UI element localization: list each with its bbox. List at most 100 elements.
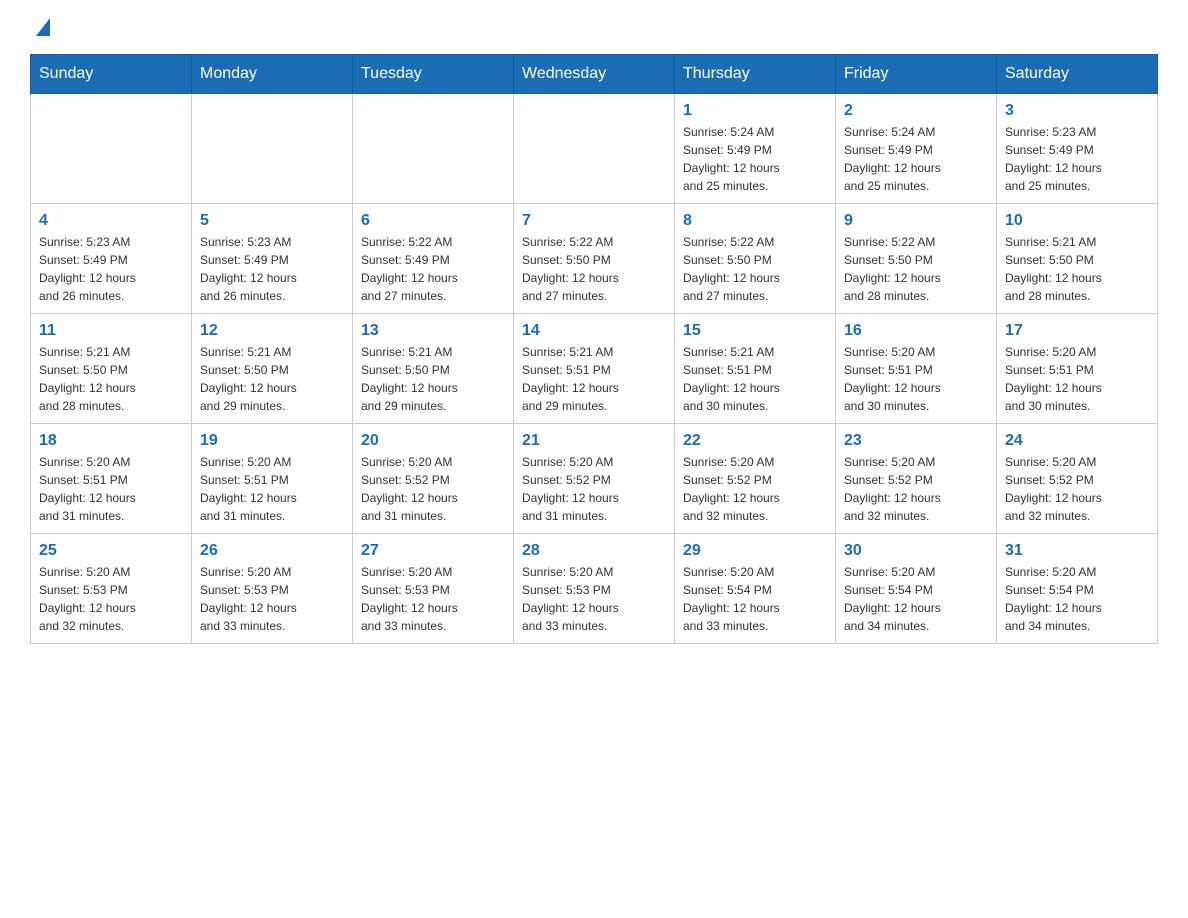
calendar-cell: 31 Sunrise: 5:20 AM Sunset: 5:54 PM Dayli… xyxy=(997,534,1158,644)
day-number: 24 xyxy=(1005,432,1149,450)
day-info: Sunrise: 5:22 AM Sunset: 5:50 PM Dayligh… xyxy=(683,233,827,305)
day-info: Sunrise: 5:23 AM Sunset: 5:49 PM Dayligh… xyxy=(39,233,183,305)
calendar-cell: 15 Sunrise: 5:21 AM Sunset: 5:51 PM Dayli… xyxy=(675,314,836,424)
day-number: 10 xyxy=(1005,212,1149,230)
day-number: 13 xyxy=(361,322,505,340)
day-number: 22 xyxy=(683,432,827,450)
day-info: Sunrise: 5:20 AM Sunset: 5:51 PM Dayligh… xyxy=(1005,343,1149,415)
calendar-cell: 19 Sunrise: 5:20 AM Sunset: 5:51 PM Dayli… xyxy=(192,424,353,534)
page-header xyxy=(30,20,1158,38)
week-row-1: 1 Sunrise: 5:24 AM Sunset: 5:49 PM Daylig… xyxy=(31,94,1158,204)
day-info: Sunrise: 5:20 AM Sunset: 5:52 PM Dayligh… xyxy=(361,453,505,525)
calendar-cell: 3 Sunrise: 5:23 AM Sunset: 5:49 PM Daylig… xyxy=(997,94,1158,204)
calendar-cell: 17 Sunrise: 5:20 AM Sunset: 5:51 PM Dayli… xyxy=(997,314,1158,424)
day-info: Sunrise: 5:22 AM Sunset: 5:50 PM Dayligh… xyxy=(844,233,988,305)
day-info: Sunrise: 5:20 AM Sunset: 5:52 PM Dayligh… xyxy=(522,453,666,525)
calendar-cell: 16 Sunrise: 5:20 AM Sunset: 5:51 PM Dayli… xyxy=(836,314,997,424)
day-number: 4 xyxy=(39,212,183,230)
day-info: Sunrise: 5:23 AM Sunset: 5:49 PM Dayligh… xyxy=(200,233,344,305)
week-row-3: 11 Sunrise: 5:21 AM Sunset: 5:50 PM Dayli… xyxy=(31,314,1158,424)
day-info: Sunrise: 5:20 AM Sunset: 5:54 PM Dayligh… xyxy=(683,563,827,635)
day-info: Sunrise: 5:21 AM Sunset: 5:50 PM Dayligh… xyxy=(1005,233,1149,305)
day-number: 25 xyxy=(39,542,183,560)
day-number: 7 xyxy=(522,212,666,230)
day-number: 3 xyxy=(1005,102,1149,120)
day-number: 9 xyxy=(844,212,988,230)
day-info: Sunrise: 5:20 AM Sunset: 5:52 PM Dayligh… xyxy=(1005,453,1149,525)
day-info: Sunrise: 5:23 AM Sunset: 5:49 PM Dayligh… xyxy=(1005,123,1149,195)
calendar-cell: 5Sunrise: 5:23 AM Sunset: 5:49 PM Daylig… xyxy=(192,204,353,314)
day-info: Sunrise: 5:21 AM Sunset: 5:51 PM Dayligh… xyxy=(683,343,827,415)
calendar-cell: 1 Sunrise: 5:24 AM Sunset: 5:49 PM Daylig… xyxy=(675,94,836,204)
calendar-cell: 14 Sunrise: 5:21 AM Sunset: 5:51 PM Dayli… xyxy=(514,314,675,424)
calendar-cell xyxy=(514,94,675,204)
day-number: 6 xyxy=(361,212,505,230)
day-info: Sunrise: 5:20 AM Sunset: 5:53 PM Dayligh… xyxy=(522,563,666,635)
logo-triangle-icon xyxy=(36,18,50,36)
day-info: Sunrise: 5:20 AM Sunset: 5:52 PM Dayligh… xyxy=(683,453,827,525)
calendar-cell: 8 Sunrise: 5:22 AM Sunset: 5:50 PM Daylig… xyxy=(675,204,836,314)
day-info: Sunrise: 5:20 AM Sunset: 5:51 PM Dayligh… xyxy=(844,343,988,415)
calendar-cell xyxy=(31,94,192,204)
day-info: Sunrise: 5:20 AM Sunset: 5:53 PM Dayligh… xyxy=(361,563,505,635)
day-number: 14 xyxy=(522,322,666,340)
day-info: Sunrise: 5:21 AM Sunset: 5:50 PM Dayligh… xyxy=(39,343,183,415)
weekday-header-thursday: Thursday xyxy=(675,55,836,94)
calendar-cell: 18 Sunrise: 5:20 AM Sunset: 5:51 PM Dayli… xyxy=(31,424,192,534)
calendar-cell: 10 Sunrise: 5:21 AM Sunset: 5:50 PM Dayli… xyxy=(997,204,1158,314)
calendar-cell: 12Sunrise: 5:21 AM Sunset: 5:50 PM Dayli… xyxy=(192,314,353,424)
calendar-cell: 30Sunrise: 5:20 AM Sunset: 5:54 PM Dayli… xyxy=(836,534,997,644)
day-number: 29 xyxy=(683,542,827,560)
calendar-cell: 4 Sunrise: 5:23 AM Sunset: 5:49 PM Daylig… xyxy=(31,204,192,314)
day-info: Sunrise: 5:21 AM Sunset: 5:50 PM Dayligh… xyxy=(361,343,505,415)
calendar-cell: 25 Sunrise: 5:20 AM Sunset: 5:53 PM Dayli… xyxy=(31,534,192,644)
calendar-cell: 9 Sunrise: 5:22 AM Sunset: 5:50 PM Daylig… xyxy=(836,204,997,314)
week-row-2: 4 Sunrise: 5:23 AM Sunset: 5:49 PM Daylig… xyxy=(31,204,1158,314)
day-number: 8 xyxy=(683,212,827,230)
day-info: Sunrise: 5:20 AM Sunset: 5:54 PM Dayligh… xyxy=(1005,563,1149,635)
calendar-cell: 20 Sunrise: 5:20 AM Sunset: 5:52 PM Dayli… xyxy=(353,424,514,534)
calendar-header-row: SundayMondayTuesdayWednesdayThursdayFrid… xyxy=(31,55,1158,94)
weekday-header-tuesday: Tuesday xyxy=(353,55,514,94)
day-number: 18 xyxy=(39,432,183,450)
day-number: 12 xyxy=(200,322,344,340)
day-info: Sunrise: 5:20 AM Sunset: 5:51 PM Dayligh… xyxy=(39,453,183,525)
day-info: Sunrise: 5:20 AM Sunset: 5:51 PM Dayligh… xyxy=(200,453,344,525)
day-info: Sunrise: 5:20 AM Sunset: 5:53 PM Dayligh… xyxy=(39,563,183,635)
day-number: 11 xyxy=(39,322,183,340)
day-number: 31 xyxy=(1005,542,1149,560)
calendar-table: SundayMondayTuesdayWednesdayThursdayFrid… xyxy=(30,54,1158,644)
day-info: Sunrise: 5:21 AM Sunset: 5:51 PM Dayligh… xyxy=(522,343,666,415)
logo xyxy=(30,20,58,38)
weekday-header-sunday: Sunday xyxy=(31,55,192,94)
day-number: 1 xyxy=(683,102,827,120)
day-number: 19 xyxy=(200,432,344,450)
calendar-cell: 21 Sunrise: 5:20 AM Sunset: 5:52 PM Dayli… xyxy=(514,424,675,534)
day-number: 17 xyxy=(1005,322,1149,340)
calendar-cell: 27 Sunrise: 5:20 AM Sunset: 5:53 PM Dayli… xyxy=(353,534,514,644)
day-info: Sunrise: 5:20 AM Sunset: 5:52 PM Dayligh… xyxy=(844,453,988,525)
day-info: Sunrise: 5:20 AM Sunset: 5:53 PM Dayligh… xyxy=(200,563,344,635)
day-number: 16 xyxy=(844,322,988,340)
day-number: 20 xyxy=(361,432,505,450)
calendar-cell: 22 Sunrise: 5:20 AM Sunset: 5:52 PM Dayli… xyxy=(675,424,836,534)
day-number: 15 xyxy=(683,322,827,340)
day-number: 21 xyxy=(522,432,666,450)
day-info: Sunrise: 5:22 AM Sunset: 5:50 PM Dayligh… xyxy=(522,233,666,305)
calendar-cell: 28 Sunrise: 5:20 AM Sunset: 5:53 PM Dayli… xyxy=(514,534,675,644)
calendar-cell: 29 Sunrise: 5:20 AM Sunset: 5:54 PM Dayli… xyxy=(675,534,836,644)
day-number: 27 xyxy=(361,542,505,560)
calendar-cell xyxy=(192,94,353,204)
day-number: 26 xyxy=(200,542,344,560)
day-number: 28 xyxy=(522,542,666,560)
day-info: Sunrise: 5:24 AM Sunset: 5:49 PM Dayligh… xyxy=(683,123,827,195)
calendar-cell xyxy=(353,94,514,204)
day-info: Sunrise: 5:24 AM Sunset: 5:49 PM Dayligh… xyxy=(844,123,988,195)
calendar-cell: 2Sunrise: 5:24 AM Sunset: 5:49 PM Daylig… xyxy=(836,94,997,204)
week-row-5: 25 Sunrise: 5:20 AM Sunset: 5:53 PM Dayli… xyxy=(31,534,1158,644)
weekday-header-saturday: Saturday xyxy=(997,55,1158,94)
calendar-cell: 24 Sunrise: 5:20 AM Sunset: 5:52 PM Dayli… xyxy=(997,424,1158,534)
weekday-header-wednesday: Wednesday xyxy=(514,55,675,94)
day-number: 30 xyxy=(844,542,988,560)
calendar-cell: 23Sunrise: 5:20 AM Sunset: 5:52 PM Dayli… xyxy=(836,424,997,534)
